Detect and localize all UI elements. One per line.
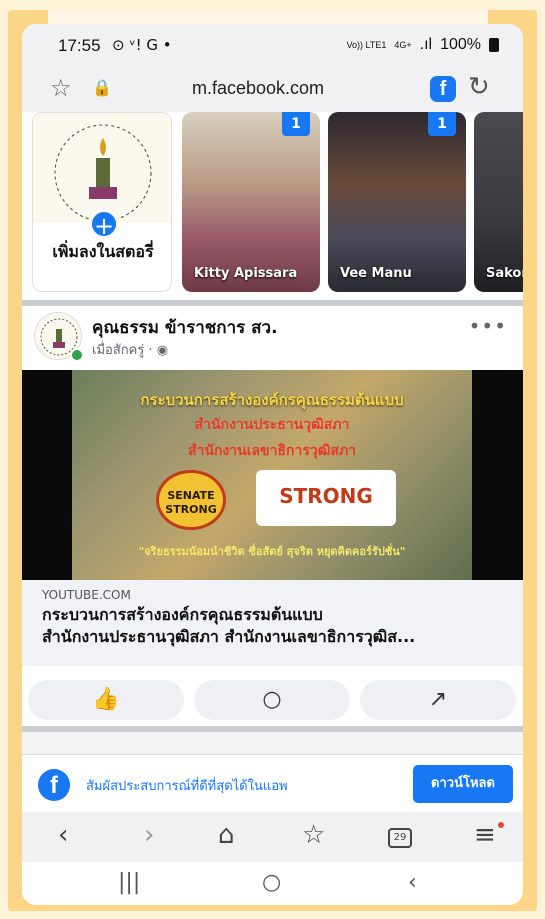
- app-install-banner: f สัมผัสประสบการณ์ที่ดีที่สุดได้ในแอพ ดา…: [22, 754, 523, 812]
- battery-percent: 100%: [440, 36, 481, 53]
- comment-button[interactable]: ○: [194, 680, 350, 720]
- tabs-count-icon[interactable]: 29: [388, 828, 412, 848]
- add-story-plus-icon[interactable]: +: [89, 209, 119, 240]
- senate-strong-logo: SENATE STRONG: [156, 470, 226, 530]
- story-card-1[interactable]: 1 Kitty Apissara: [182, 112, 320, 292]
- thumb-title-line1: กระบวนการสร้างองค์กรคุณธรรมต้นแบบ: [140, 391, 404, 409]
- battery-icon: [489, 38, 499, 52]
- link-title-line2: สำนักงานประธานวุฒิสภา สำนักงานเลขาธิการว…: [42, 627, 416, 646]
- signal-icon: .ıl: [419, 36, 433, 53]
- feed-divider: [22, 726, 523, 732]
- bookmark-star-icon[interactable]: ☆: [50, 74, 72, 102]
- thumb-title-line2: สำนักงานประธานวุฒิสภา: [194, 417, 350, 433]
- status-time: 17:55: [58, 36, 101, 55]
- story-badge: 1: [282, 112, 310, 136]
- story-name: Vee Manu: [340, 266, 412, 281]
- status-right: Vo)) LTE1 4G+ .ıl 100%: [346, 36, 499, 54]
- more-options-icon[interactable]: •••: [469, 314, 507, 338]
- story-card-2[interactable]: 1 Vee Manu: [328, 112, 466, 292]
- browser-nav-bar: ‹ › ⌂ ☆ 29 ≡: [22, 812, 523, 862]
- thumb-slogan: "จริยธรรมน้อมนำชีวิต ซื่อสัตย์ สุจริต หย…: [138, 545, 406, 558]
- download-button[interactable]: ดาวน์โหลด: [413, 765, 513, 803]
- bookmarks-icon[interactable]: ☆: [302, 820, 325, 850]
- back-icon[interactable]: ‹: [58, 820, 68, 850]
- story-card-3[interactable]: Sakon Thaik: [474, 112, 523, 292]
- forward-icon[interactable]: ›: [144, 820, 154, 850]
- banner-message[interactable]: สัมผัสประสบการณ์ที่ดีที่สุดได้ในแอพ: [86, 775, 288, 796]
- stories-tray: + เพิ่มลงในสตอรี่ 1 Kitty Apissara 1 Vee…: [22, 112, 523, 300]
- like-button[interactable]: 👍: [28, 680, 184, 720]
- frame-top-strip: [48, 10, 488, 24]
- story-name: Sakon Thaik: [486, 266, 523, 281]
- story-badge: 1: [428, 112, 456, 136]
- create-story-label: เพิ่มลงในสตอรี่: [52, 242, 154, 261]
- post-author[interactable]: คุณธรรม ข้าราชการ สว.: [92, 314, 278, 341]
- post-media[interactable]: กระบวนการสร้างองค์กรคุณธรรมต้นแบบ สำนักง…: [22, 370, 523, 580]
- url-text[interactable]: m.facebook.com: [192, 78, 324, 99]
- system-nav-bar: ||| ○ ‹: [22, 862, 523, 905]
- facebook-logo-icon: f: [38, 769, 70, 801]
- facebook-app-icon[interactable]: f: [430, 76, 456, 102]
- online-status-dot: [70, 348, 84, 362]
- url-bar: ☆ 🔒 m.facebook.com f ↻: [22, 66, 523, 112]
- recent-apps-icon[interactable]: |||: [118, 870, 140, 895]
- link-title: กระบวนการสร้างองค์กรคุณธรรมต้นแบบ สำนักง…: [42, 604, 512, 648]
- home-icon[interactable]: ⌂: [218, 820, 235, 850]
- create-story-card[interactable]: + เพิ่มลงในสตอรี่: [32, 112, 172, 292]
- link-title-line1: กระบวนการสร้างองค์กรคุณธรรมต้นแบบ: [42, 605, 323, 624]
- story-logo-image: [33, 113, 171, 223]
- notification-icons: ⊙ ᵛ! G •: [112, 36, 172, 54]
- post-actions: 👍 ○ ↗: [22, 676, 523, 726]
- link-source: YOUTUBE.COM: [42, 588, 131, 602]
- link-preview[interactable]: YOUTUBE.COM กระบวนการสร้างองค์กรคุณธรรมต…: [22, 580, 523, 666]
- menu-icon[interactable]: ≡: [474, 820, 496, 850]
- network-icon: 4G+: [394, 39, 412, 50]
- system-home-icon[interactable]: ○: [262, 870, 281, 895]
- volte-icon: Vo)) LTE1: [346, 39, 387, 50]
- status-bar: 17:55 ⊙ ᵛ! G • Vo)) LTE1 4G+ .ıl 100%: [22, 24, 523, 66]
- system-back-icon[interactable]: ‹: [408, 870, 417, 895]
- thumb-title-line3: สำนักงานเลขาธิการวุฒิสภา: [187, 443, 357, 459]
- post-timestamp: เมื่อสักครู่ · ◉: [92, 343, 169, 358]
- phone-screen: 17:55 ⊙ ᵛ! G • Vo)) LTE1 4G+ .ıl 100% ☆ …: [22, 24, 523, 905]
- reload-icon[interactable]: ↻: [468, 72, 490, 102]
- share-button[interactable]: ↗: [360, 680, 516, 720]
- video-thumbnail[interactable]: กระบวนการสร้างองค์กรคุณธรรมต้นแบบ สำนักง…: [72, 370, 472, 580]
- strong-logo: STRONG: [256, 470, 396, 526]
- menu-notification-dot: [498, 822, 504, 828]
- lock-icon[interactable]: 🔒: [92, 78, 112, 97]
- story-name: Kitty Apissara: [194, 266, 298, 281]
- feed-post: คุณธรรม ข้าราชการ สว. เมื่อสักครู่ · ◉ •…: [22, 306, 523, 676]
